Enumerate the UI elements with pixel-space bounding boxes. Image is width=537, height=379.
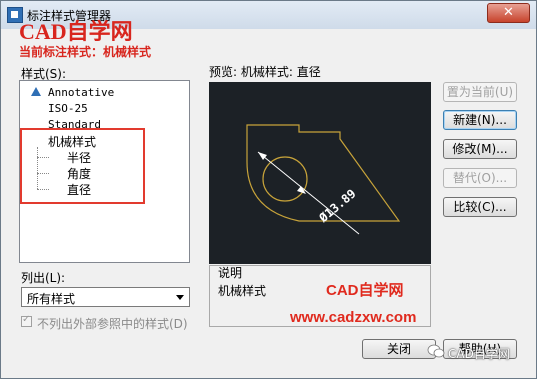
list-select-value: 所有样式 bbox=[27, 292, 76, 306]
red-highlight-box bbox=[20, 128, 145, 204]
description-label: 说明 bbox=[218, 266, 243, 280]
style-item-annotative[interactable]: Annotative bbox=[48, 86, 114, 99]
dimension-text: Ø13.89 bbox=[316, 186, 359, 225]
dimension-style-manager-dialog: 标注样式管理器 ✕ CAD自学网 当前标注样式：机械样式 样式(S): Anno… bbox=[0, 0, 537, 379]
watermark-logo-top: CAD自学网 bbox=[19, 19, 133, 44]
current-style-label: 当前标注样式：机械样式 bbox=[19, 45, 152, 59]
wechat-watermark: CAD自学网 bbox=[427, 341, 534, 365]
preview-label: 预览: 机械样式: 直径 bbox=[209, 65, 321, 79]
dimension-preview-drawing: Ø13.89 bbox=[246, 124, 401, 235]
part-hole bbox=[262, 156, 308, 202]
watermark-url: www.cadzxw.com bbox=[290, 309, 417, 326]
new-style-button[interactable]: 新建(N)... bbox=[443, 110, 517, 130]
list-select[interactable]: 所有样式 bbox=[21, 287, 190, 307]
wechat-watermark-text: CAD自学网 bbox=[448, 347, 510, 361]
style-item-iso-25[interactable]: ISO-25 bbox=[48, 102, 88, 115]
exclude-xref-label: 不列出外部参照中的样式(D) bbox=[37, 317, 188, 331]
set-current-button[interactable]: 置为当前(U) bbox=[443, 82, 517, 102]
part-outline bbox=[246, 124, 401, 222]
watermark-center-text: CAD自学网 bbox=[326, 282, 404, 299]
exclude-xref-checkbox[interactable] bbox=[21, 314, 32, 327]
description-value: 机械样式 bbox=[218, 284, 267, 298]
compare-button[interactable]: 比较(C)... bbox=[443, 197, 517, 217]
wechat-icon bbox=[427, 344, 445, 358]
annotative-triangle-icon bbox=[31, 87, 41, 96]
override-button[interactable]: 替代(O)... bbox=[443, 168, 517, 188]
list-label: 列出(L): bbox=[21, 271, 66, 285]
chevron-down-icon bbox=[176, 295, 184, 300]
modify-button[interactable]: 修改(M)... bbox=[443, 139, 517, 159]
close-button[interactable]: 关闭 bbox=[362, 339, 436, 359]
preview-pane: Ø13.89 bbox=[209, 82, 431, 264]
close-window-button[interactable]: ✕ bbox=[487, 3, 530, 23]
